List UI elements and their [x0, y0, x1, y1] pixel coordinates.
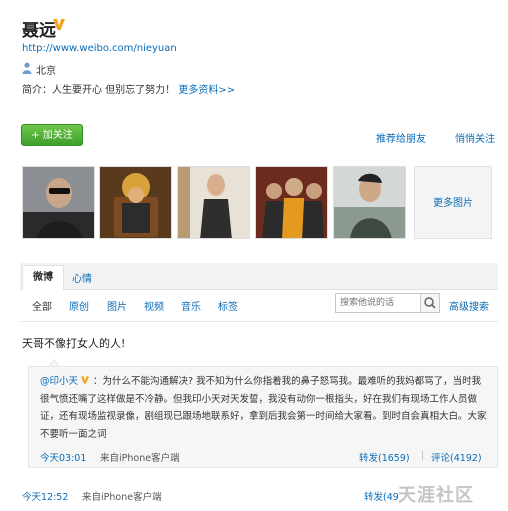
more-photos-link[interactable]: 更多图片: [414, 166, 492, 239]
post-timestamp-link[interactable]: 今天12:52: [22, 489, 68, 503]
quote-comment-link[interactable]: 评论(4192): [431, 450, 482, 464]
filter-all[interactable]: 全部: [32, 298, 52, 313]
filter-tags[interactable]: 标签: [218, 298, 238, 313]
tab-weibo[interactable]: 微博: [22, 265, 64, 290]
recommend-to-friend-link[interactable]: 推荐给朋友: [376, 130, 426, 145]
post-text: 天哥不像打女人的人!: [22, 337, 126, 350]
quote-action-separator: |: [421, 450, 425, 461]
quote-timestamp-link[interactable]: 今天03:01: [40, 450, 86, 464]
verified-v-icon: [53, 19, 65, 30]
follow-button[interactable]: + 加关注: [21, 124, 83, 146]
search-icon: [424, 297, 436, 309]
filter-music[interactable]: 音乐: [181, 298, 201, 313]
post-repost-link[interactable]: 转发(49: [364, 489, 399, 503]
profile-url-link[interactable]: http://www.weibo.com/nieyuan: [22, 43, 177, 54]
filter-videos[interactable]: 视频: [144, 298, 164, 313]
tab-mood[interactable]: 心情: [72, 270, 92, 285]
post-source: 来自iPhone客户端: [82, 492, 162, 503]
search-input[interactable]: [336, 294, 428, 312]
verified-v-icon: [81, 376, 90, 384]
quote-source: 来自iPhone客户端: [100, 453, 180, 464]
more-info-link[interactable]: 更多资料>>: [178, 85, 235, 96]
person-icon: [22, 62, 32, 74]
profile-name: 聂远: [22, 21, 56, 41]
search-button[interactable]: [420, 294, 439, 312]
profile-bio: 简介：人生要开心 但别忘了努力！ 更多资料>>: [22, 81, 235, 96]
retweeted-post-content: @印小天 ：为什么不能沟通解决? 我不知为什么你指着我的鼻子怒骂我。最难听的我妈都…: [40, 376, 487, 440]
secret-follow-link[interactable]: 悄悄关注: [455, 130, 495, 145]
photo-thumbnail-3[interactable]: [177, 166, 250, 239]
filter-original[interactable]: 原创: [69, 298, 89, 313]
advanced-search-link[interactable]: 高级搜索: [449, 298, 489, 313]
photo-thumbnail-1[interactable]: [22, 166, 95, 239]
photo-thumbnail-4[interactable]: [255, 166, 328, 239]
watermark: 天涯社区: [398, 485, 474, 506]
profile-location: 北京: [36, 66, 56, 77]
bio-text: 简介：人生要开心 但别忘了努力！: [22, 85, 176, 96]
quote-repost-link[interactable]: 转发(1659): [359, 450, 410, 464]
quote-author-link[interactable]: @印小天: [40, 376, 78, 387]
search-box: [335, 293, 440, 313]
divider: [20, 321, 498, 322]
photo-thumbnail-5[interactable]: [333, 166, 406, 239]
photo-thumbnail-2[interactable]: [99, 166, 172, 239]
filter-images[interactable]: 图片: [107, 298, 127, 313]
quote-text: 为什么不能沟通解决? 我不知为什么你指着我的鼻子怒骂我。最难听的我妈都骂了，当时…: [40, 376, 487, 440]
